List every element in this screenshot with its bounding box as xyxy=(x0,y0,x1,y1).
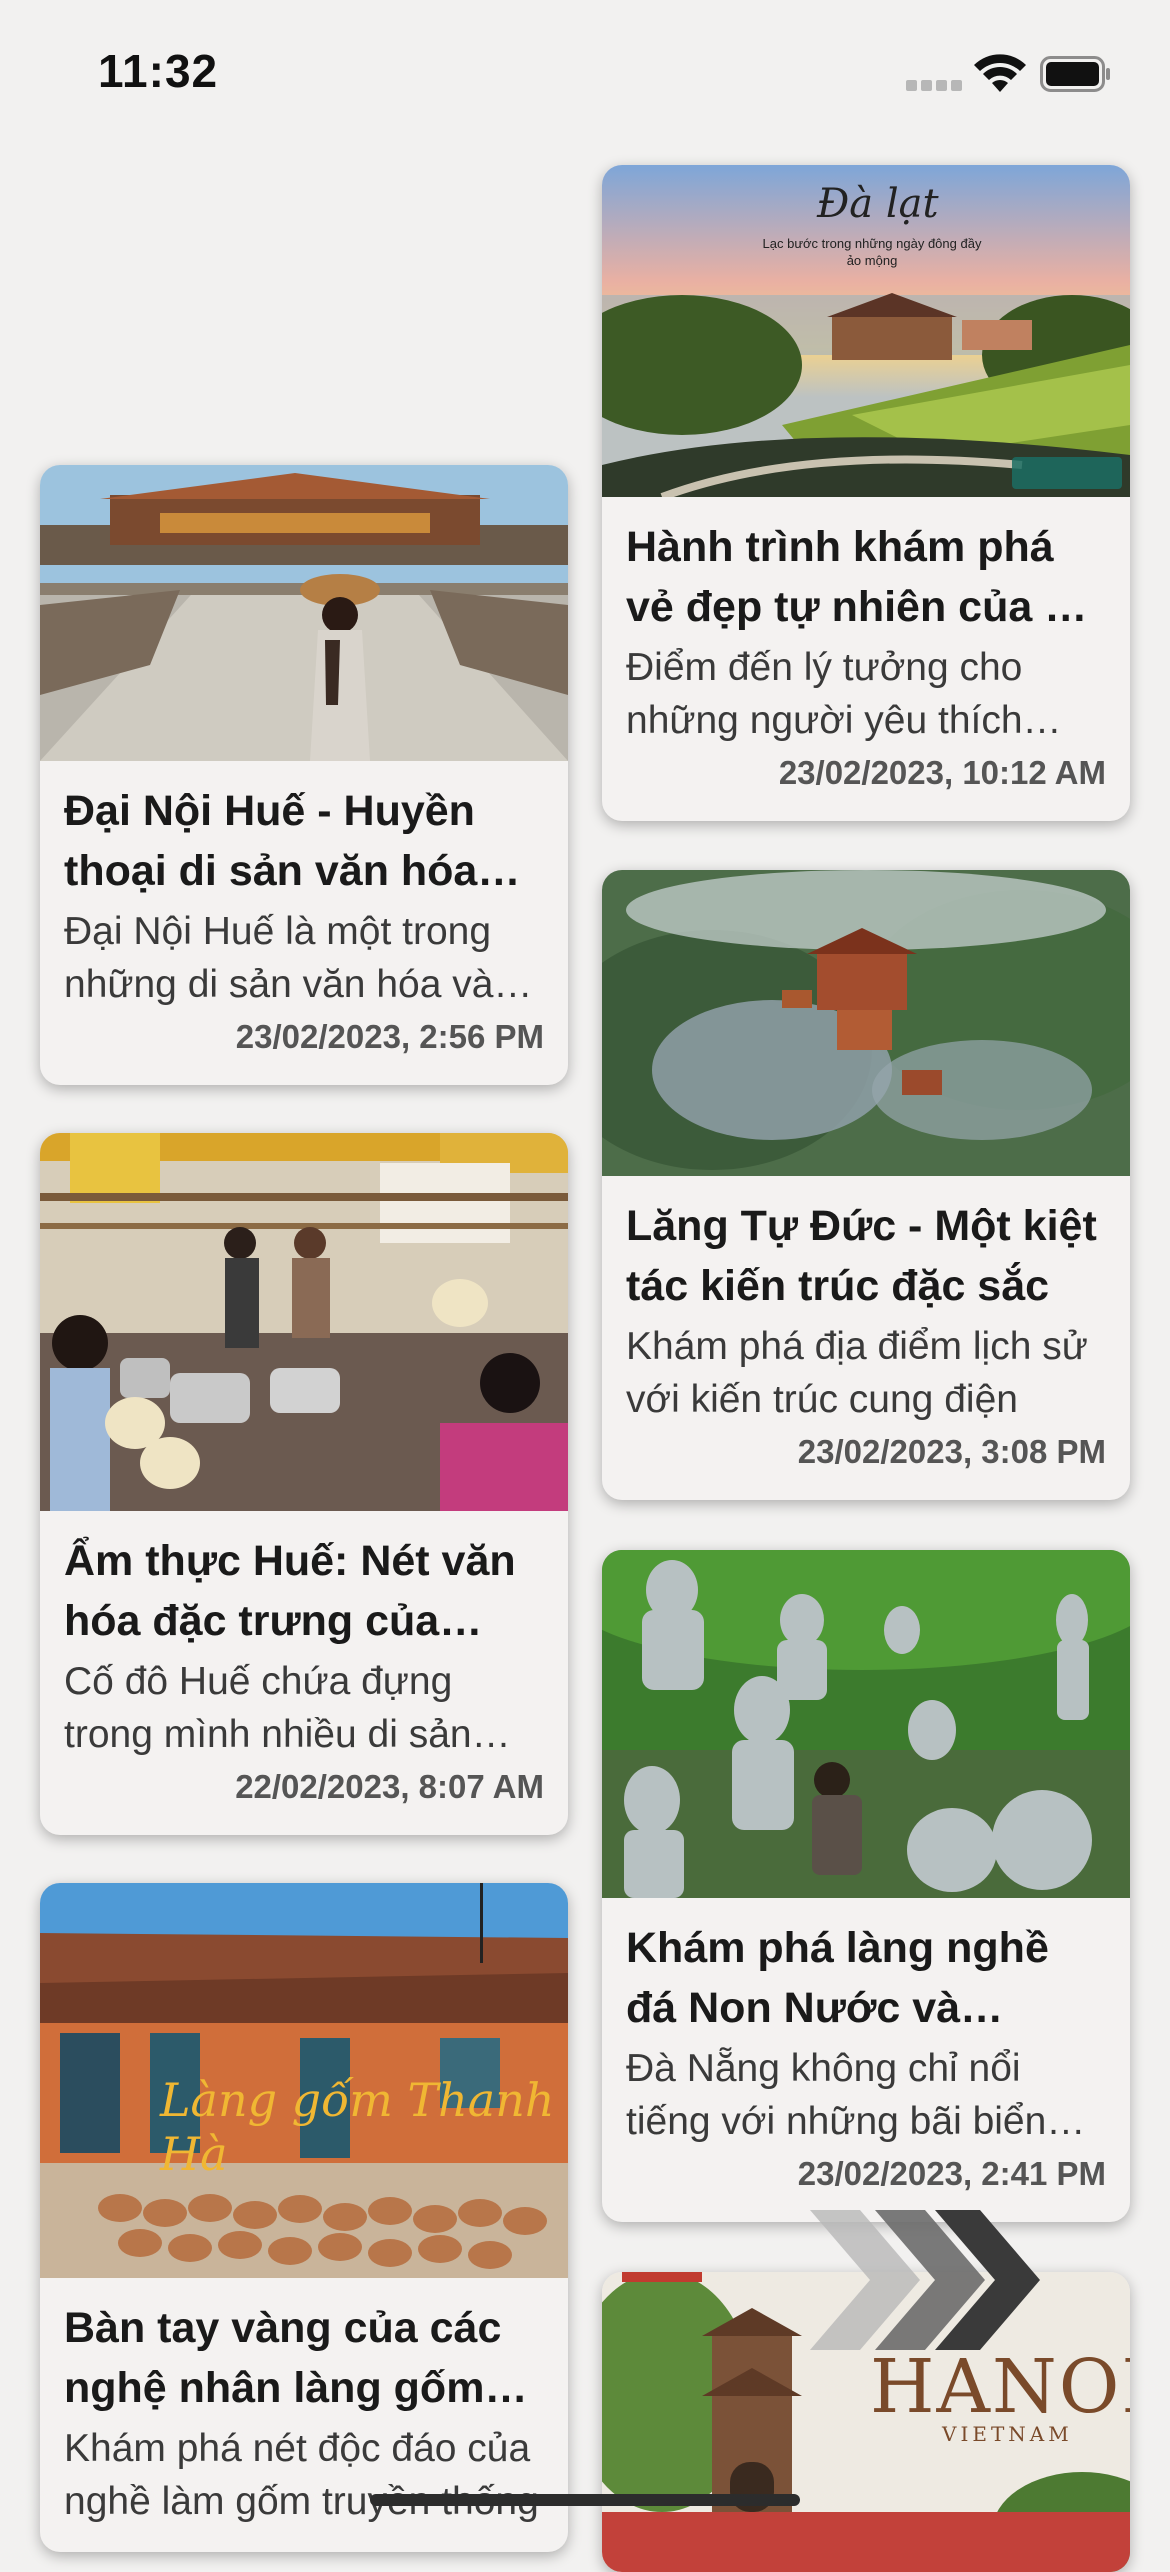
card-description: Khám phá địa điểm lịch sử với kiến trúc … xyxy=(626,1325,1088,1421)
hanoi-overlay-subtitle: VIETNAM xyxy=(942,2422,1073,2446)
card-title: Bàn tay vàng của các nghệ nhân làng gốm … xyxy=(64,2304,502,2412)
pottery-village-image: Làng gốm Thanh Hà xyxy=(40,1883,568,2278)
hue-citadel-image xyxy=(40,465,568,761)
card-description: Đại Nội Huế là một trong những di sản vă… xyxy=(64,910,494,1006)
status-time: 11:32 xyxy=(98,45,219,97)
dalat-overlay-subtitle: Lạc bước trong những ngày đông đầy ảo mộ… xyxy=(762,236,982,268)
card-title: Đại Nội Huế - Huyền thoại di sản văn hóa… xyxy=(64,787,478,895)
card-date: 23/02/2023, 2:56 PM xyxy=(235,1018,544,1055)
battery-icon xyxy=(1040,56,1110,92)
card-date: 23/02/2023, 3:08 PM xyxy=(797,1433,1106,1470)
dalat-overlay-title: Đà lạt xyxy=(817,181,939,227)
home-indicator xyxy=(370,2494,800,2506)
card-title: Hành trình khám phá vẻ đẹp tự nhiên của … xyxy=(626,523,1100,631)
article-card[interactable]: Lăng Tự Đức - Một kiệt tác kiến trúc đặc… xyxy=(602,870,1130,1500)
stone-statues-image xyxy=(602,1550,1130,1898)
card-description: Cố đô Huế chứa đựng trong mình nhiều di … xyxy=(64,1660,472,1756)
card-description: Đà Nẵng không chỉ nổi tiếng với những bã… xyxy=(626,2047,1047,2143)
article-card[interactable]: Đà lạt Lạc bước trong những ngày đông đầ… xyxy=(602,165,1130,821)
pottery-overlay-title: Làng gốm Thanh Hà xyxy=(160,2073,555,2181)
tu-duc-tomb-image xyxy=(602,870,1130,1176)
card-title: Lăng Tự Đức - Một kiệt tác kiến trúc đặc… xyxy=(626,1202,1097,1310)
hue-food-stall-image xyxy=(40,1133,568,1511)
article-card[interactable]: Ẩm thực Huế: Nét văn hóa đặc trưng của v… xyxy=(40,1133,568,1835)
wifi-icon xyxy=(974,54,1026,92)
triple-chevron-right-icon[interactable] xyxy=(800,2200,1050,2360)
card-description: Khám phá nét độc đáo của nghề làm gốm tr… xyxy=(64,2427,539,2523)
signal-dots-icon xyxy=(906,80,962,92)
card-date: 23/02/2023, 2:41 PM xyxy=(797,2155,1106,2192)
card-description: Điểm đến lý tưởng cho những người yêu th… xyxy=(626,646,1023,742)
card-date: 22/02/2023, 8:07 AM xyxy=(235,1768,544,1805)
status-bar: 11:32 xyxy=(0,0,1170,150)
card-date: 23/02/2023, 10:12 AM xyxy=(778,754,1106,791)
article-card[interactable]: Làng gốm Thanh Hà Bàn tay vàng của các n… xyxy=(40,1883,568,2552)
card-title: Khám phá làng nghề đá Non Nước và những … xyxy=(626,1924,1049,2032)
article-card[interactable]: Khám phá làng nghề đá Non Nước và những … xyxy=(602,1550,1130,2222)
card-title: Ẩm thực Huế: Nét văn hóa đặc trưng của v… xyxy=(64,1537,516,1645)
dalat-landscape-image: Đà lạt Lạc bước trong những ngày đông đầ… xyxy=(602,165,1130,497)
article-card[interactable]: Đại Nội Huế - Huyền thoại di sản văn hóa… xyxy=(40,465,568,1085)
